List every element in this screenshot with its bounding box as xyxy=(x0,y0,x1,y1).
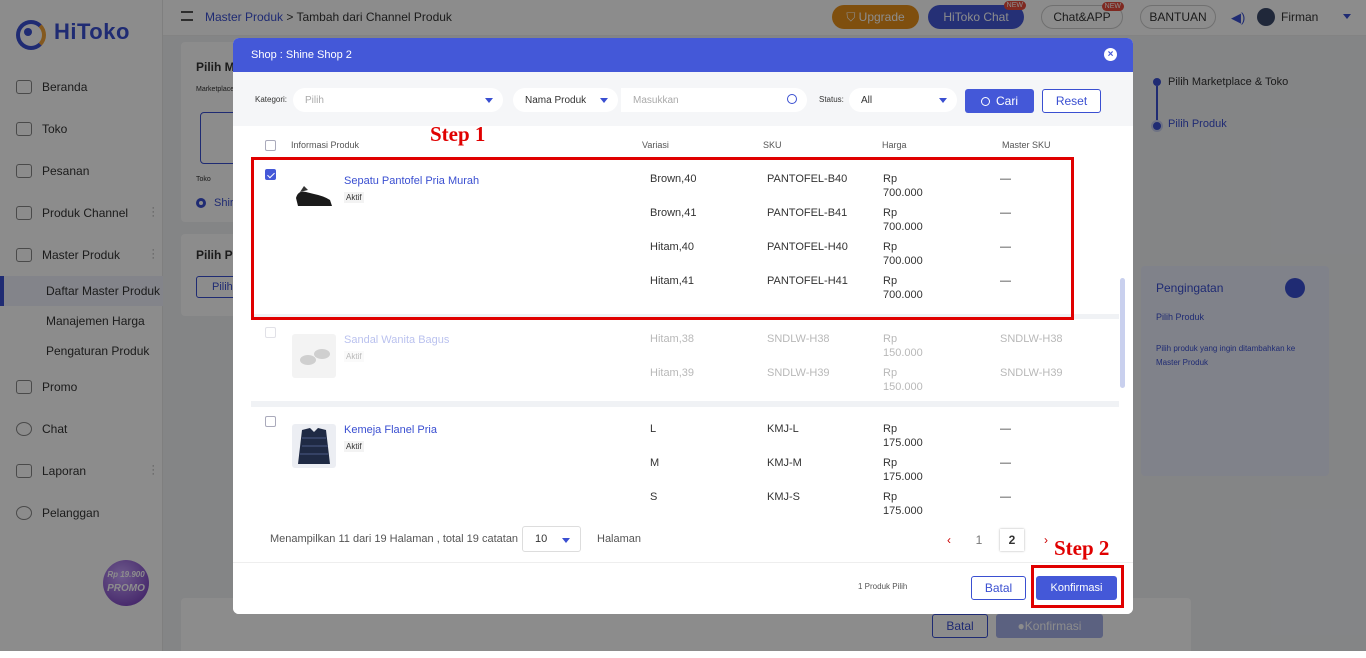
pagination-summary: Menampilkan 11 dari 19 Halaman , total 1… xyxy=(270,533,519,545)
variant: S xyxy=(650,491,658,503)
status-select[interactable]: All xyxy=(849,88,957,112)
kategori-select[interactable]: Pilih xyxy=(293,88,503,112)
currency: Rp xyxy=(883,367,898,379)
price: 150.000 xyxy=(883,347,923,359)
sku: SNDLW-H38 xyxy=(767,333,830,345)
master-sku: — xyxy=(1000,457,1011,469)
search-button-label: Cari xyxy=(995,94,1018,108)
chevron-down-icon xyxy=(562,538,570,543)
status-value: All xyxy=(861,94,873,106)
pagination-bar: Menampilkan 11 dari 19 Halaman , total 1… xyxy=(233,518,1133,562)
sku: KMJ-L xyxy=(767,423,799,435)
column-header: Harga xyxy=(882,140,907,150)
status-label: Status: xyxy=(819,95,844,104)
page-1-button[interactable]: 1 xyxy=(967,529,991,551)
product-name[interactable]: Kemeja Flanel Pria xyxy=(344,424,437,436)
page-label: Halaman xyxy=(597,533,642,545)
modal-header: Shop : Shine Shop 2 × xyxy=(233,38,1133,72)
close-icon[interactable]: × xyxy=(1104,48,1117,61)
sku: KMJ-S xyxy=(767,491,800,503)
master-sku: — xyxy=(1000,491,1011,503)
master-sku: SNDLW-H38 xyxy=(1000,333,1063,345)
variant: M xyxy=(650,457,660,469)
table-row: Sandal Wanita Bagus Aktif Hitam,38 SNDLW… xyxy=(251,319,1119,401)
table-scrollbar[interactable] xyxy=(1120,278,1125,388)
search-button[interactable]: Cari xyxy=(965,89,1034,113)
price: 175.000 xyxy=(883,437,923,449)
row-checkbox xyxy=(265,327,276,338)
search-icon[interactable] xyxy=(787,94,797,104)
chevron-down-icon xyxy=(600,98,608,103)
field-select-value: Nama Produk xyxy=(525,94,587,106)
column-header: Master SKU xyxy=(1002,140,1051,150)
price: 175.000 xyxy=(883,471,923,483)
page-size-value: 10 xyxy=(535,533,548,545)
column-header: Variasi xyxy=(642,140,669,150)
selected-count: 1 Produk Pilih xyxy=(858,582,908,591)
sku: KMJ-M xyxy=(767,457,802,469)
table-row[interactable]: Kemeja Flanel Pria Aktif L KMJ-L Rp 175.… xyxy=(251,407,1119,518)
prev-page-button[interactable]: ‹ xyxy=(937,529,961,551)
page-size-select[interactable]: 10 xyxy=(522,526,581,552)
price: 150.000 xyxy=(883,381,923,393)
column-header: Informasi Produk xyxy=(291,140,360,150)
product-thumbnail xyxy=(292,424,336,468)
step2-annotation: Step 2 xyxy=(1054,536,1110,560)
search-placeholder: Masukkan xyxy=(633,94,679,106)
reset-button[interactable]: Reset xyxy=(1042,89,1101,113)
search-field-select[interactable]: Nama Produk xyxy=(513,88,618,112)
variant: Hitam,39 xyxy=(650,367,695,379)
master-sku: — xyxy=(1000,423,1011,435)
variant: L xyxy=(650,423,657,435)
kategori-placeholder: Pilih xyxy=(305,94,324,106)
currency: Rp xyxy=(883,491,898,503)
product-status: Aktif xyxy=(344,351,364,362)
search-icon xyxy=(980,96,990,106)
chevron-down-icon xyxy=(939,98,947,103)
product-name: Sandal Wanita Bagus xyxy=(344,334,450,346)
price: 175.000 xyxy=(883,505,923,517)
master-sku: SNDLW-H39 xyxy=(1000,367,1063,379)
product-thumbnail xyxy=(292,334,336,378)
shirt-icon xyxy=(298,428,330,464)
cancel-button[interactable]: Batal xyxy=(971,576,1026,600)
filter-bar: Kategori: Pilih Nama Produk Masukkan Sta… xyxy=(233,72,1133,126)
table-header: Informasi Produk Variasi SKU Harga Maste… xyxy=(251,134,1119,156)
step2-highlight xyxy=(1031,565,1124,608)
disabled-row-content: Sandal Wanita Bagus Aktif Hitam,38 SNDLW… xyxy=(251,319,1119,401)
chevron-down-icon xyxy=(485,98,493,103)
sku: SNDLW-H39 xyxy=(767,367,830,379)
column-header: SKU xyxy=(763,140,782,150)
step1-highlight xyxy=(251,157,1074,320)
modal-footer: 1 Produk Pilih Batal Konfirmasi xyxy=(233,562,1133,614)
currency: Rp xyxy=(883,333,898,345)
currency: Rp xyxy=(883,423,898,435)
search-input[interactable]: Masukkan xyxy=(621,88,807,112)
variant: Hitam,38 xyxy=(650,333,695,345)
modal-title: Shop : Shine Shop 2 xyxy=(251,49,352,61)
page-2-button[interactable]: 2 xyxy=(1000,529,1024,551)
product-status: Aktif xyxy=(344,441,364,452)
step1-annotation: Step 1 xyxy=(430,122,486,146)
sandal-icon xyxy=(300,349,330,365)
select-product-modal: Shop : Shine Shop 2 × Kategori: Pilih Na… xyxy=(233,38,1133,614)
row-checkbox[interactable] xyxy=(265,416,276,427)
kategori-label: Kategori: xyxy=(255,95,288,104)
select-all-checkbox[interactable] xyxy=(265,140,276,151)
currency: Rp xyxy=(883,457,898,469)
